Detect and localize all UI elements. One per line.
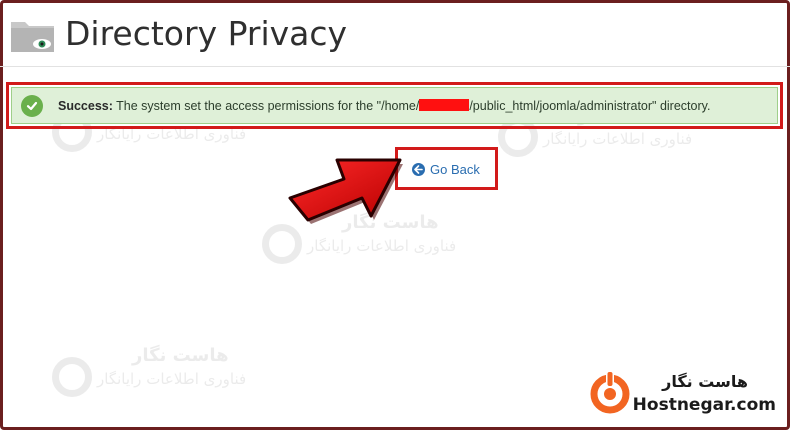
folder-eye-icon [11, 22, 54, 52]
alert-message: Success: The system set the access permi… [58, 98, 711, 113]
alert-message-after: /public_html/joomla/administrator" direc… [469, 98, 711, 113]
alert-label: Success: [58, 98, 113, 113]
page-title: Directory Privacy [65, 14, 348, 53]
red-arrow-pointer [288, 158, 403, 224]
brand-logo: هاست نگار Hostnegar.com [588, 368, 776, 418]
brand-name-fa: هاست نگار [662, 372, 748, 391]
redacted-username [419, 98, 470, 111]
header-divider [0, 66, 790, 67]
arrow-circle-left-icon [412, 162, 425, 176]
go-back-link[interactable]: Go Back [412, 160, 480, 178]
alert-message-before: The system set the access permissions fo… [116, 98, 420, 113]
go-back-label: Go Back [430, 161, 480, 177]
check-circle-icon [21, 94, 43, 117]
success-alert: Success: The system set the access permi… [11, 87, 778, 124]
brand-site: Hostnegar.com [632, 395, 776, 415]
hostnegar-logo-icon [590, 372, 630, 414]
